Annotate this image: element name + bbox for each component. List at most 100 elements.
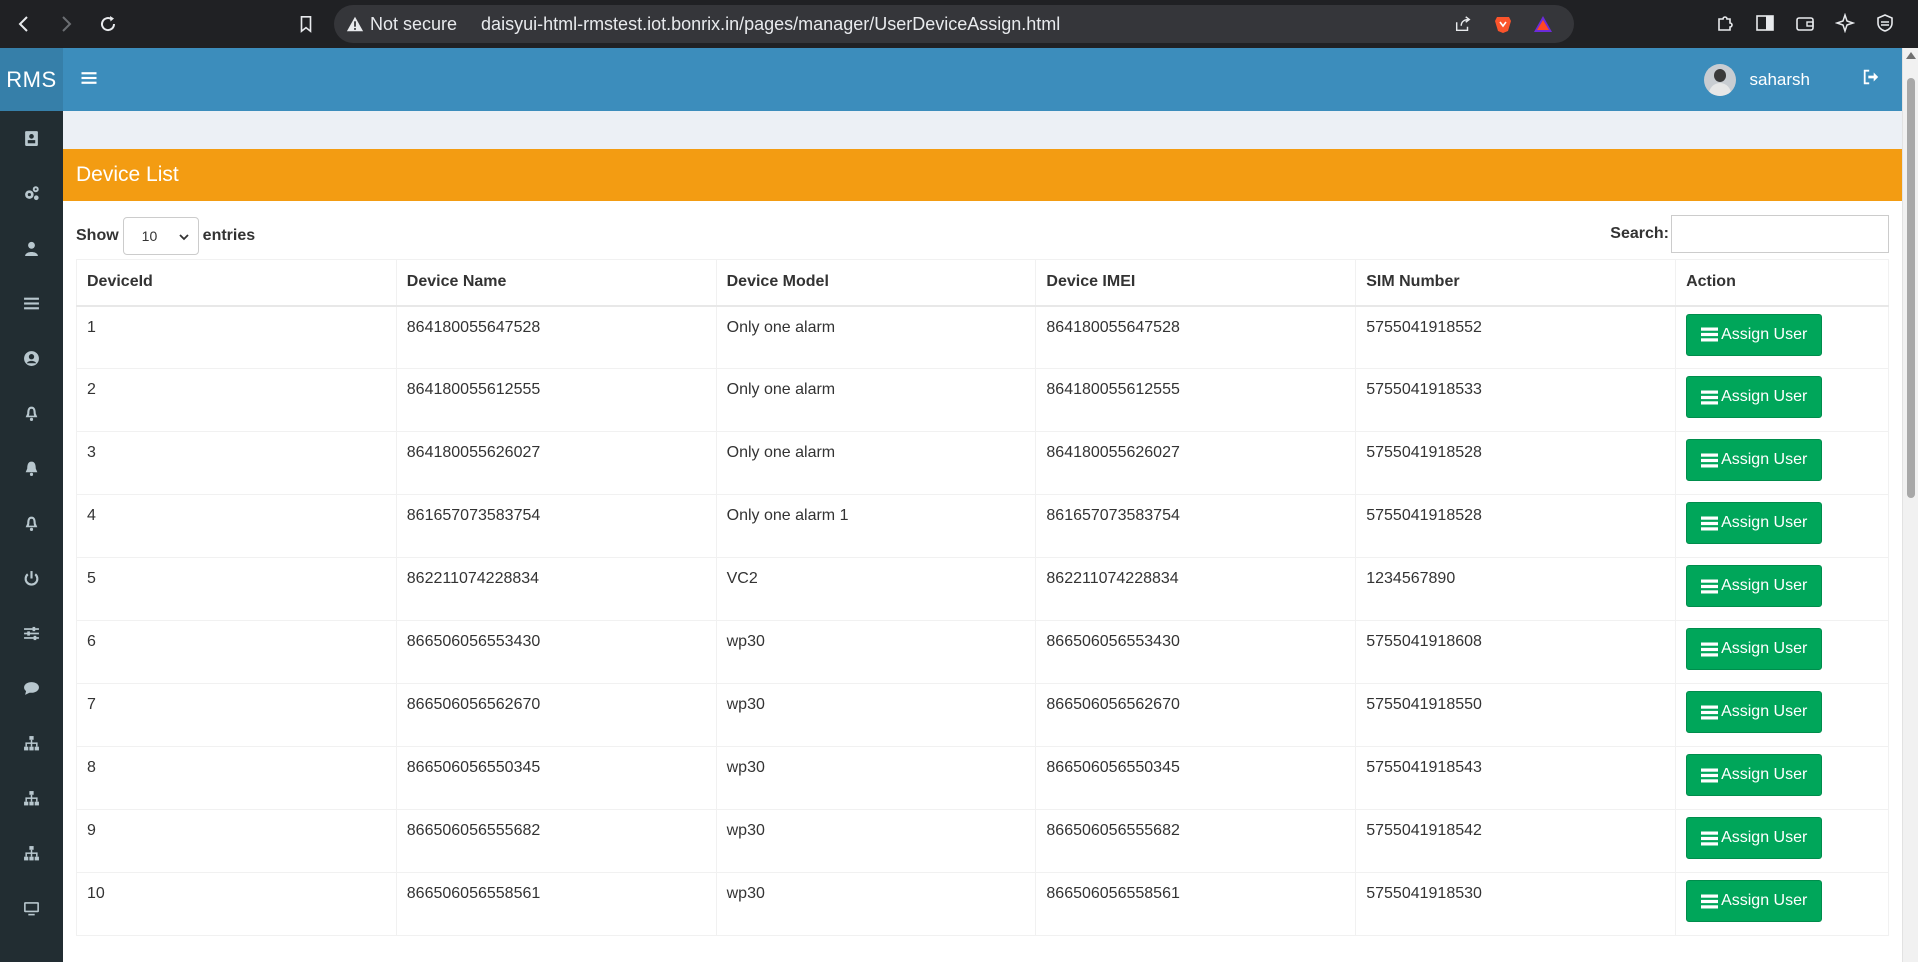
assign-user-button[interactable]: Assign User	[1686, 817, 1823, 859]
sitemap-icon[interactable]	[0, 771, 63, 826]
assign-user-label: Assign User	[1721, 388, 1808, 405]
device-model-cell: wp30	[715, 746, 1037, 810]
chat-icon[interactable]	[0, 661, 63, 716]
list-icon	[1701, 453, 1719, 467]
device-model-cell: Only one alarm	[715, 368, 1037, 432]
device-name-cell: 864180055612555	[395, 368, 717, 432]
device-id-cell: 8	[76, 746, 397, 810]
card-title: Device List	[63, 149, 1902, 201]
assign-user-label: Assign User	[1721, 640, 1808, 657]
leo-ai-icon[interactable]	[1832, 10, 1858, 36]
bell-outline-icon[interactable]	[0, 496, 63, 551]
table-row: 8 866506056550345 wp30 866506056550345 5…	[76, 746, 1889, 810]
reload-icon[interactable]	[90, 6, 126, 42]
device-id-cell: 4	[76, 494, 397, 558]
brave-rewards-icon[interactable]	[1530, 11, 1556, 37]
entries-control: Show 10 entries	[76, 217, 255, 255]
entries-label: entries	[202, 227, 256, 244]
assign-user-button[interactable]: Assign User	[1686, 880, 1823, 922]
sim-number-cell: 5755041918533	[1355, 368, 1677, 432]
warning-icon	[346, 15, 364, 33]
list-icon	[1701, 642, 1719, 656]
table-row: 3 864180055626027 Only one alarm 8641800…	[76, 431, 1889, 495]
assign-user-label: Assign User	[1721, 766, 1808, 783]
assign-user-button[interactable]: Assign User	[1686, 376, 1823, 418]
logout-icon[interactable]	[1862, 68, 1884, 90]
sim-number-cell: 5755041918542	[1355, 809, 1677, 873]
assign-user-label: Assign User	[1721, 577, 1808, 594]
action-cell: Assign User	[1675, 431, 1889, 495]
device-id-cell: 9	[76, 809, 397, 873]
column-header[interactable]: Device Model	[715, 259, 1037, 307]
back-icon[interactable]	[6, 6, 42, 42]
list-icon	[1701, 327, 1719, 342]
contact-card-icon[interactable]	[0, 111, 63, 166]
vpn-icon[interactable]	[1872, 10, 1898, 36]
device-imei-cell: 862211074228834	[1035, 557, 1357, 621]
assign-user-button[interactable]: Assign User	[1686, 439, 1823, 481]
extensions-icon[interactable]	[1712, 10, 1738, 36]
table-row: 10 866506056558561 wp30 866506056558561 …	[76, 872, 1889, 936]
assign-user-button[interactable]: Assign User	[1686, 313, 1823, 356]
assign-user-label: Assign User	[1721, 892, 1808, 909]
page-scrollbar[interactable]	[1902, 48, 1918, 962]
assign-user-button[interactable]: Assign User	[1686, 502, 1823, 544]
assign-user-button[interactable]: Assign User	[1686, 691, 1823, 733]
assign-user-label: Assign User	[1721, 451, 1808, 468]
action-cell: Assign User	[1675, 809, 1889, 873]
user-circle-icon[interactable]	[0, 331, 63, 386]
list-icon	[1701, 705, 1719, 719]
brave-shield-icon[interactable]	[1490, 11, 1516, 37]
assign-user-button[interactable]: Assign User	[1686, 754, 1823, 796]
forward-icon[interactable]	[48, 6, 84, 42]
assign-user-button[interactable]: Assign User	[1686, 628, 1823, 670]
bookmark-icon[interactable]	[290, 8, 322, 40]
device-name-cell: 862211074228834	[395, 557, 717, 621]
column-header[interactable]: Device IMEI	[1035, 259, 1357, 307]
action-cell: Assign User	[1675, 746, 1889, 810]
column-header[interactable]: DeviceId	[76, 259, 397, 307]
address-bar[interactable]: Not secure daisyui-html-rmstest.iot.bonr…	[334, 5, 1574, 43]
bell-icon[interactable]	[0, 441, 63, 496]
scroll-up-arrow-icon[interactable]	[1906, 52, 1916, 59]
monitor-icon[interactable]	[0, 881, 63, 936]
action-cell: Assign User	[1675, 305, 1889, 369]
device-model-cell: VC2	[715, 557, 1037, 621]
share-icon[interactable]	[1450, 11, 1476, 37]
entries-select[interactable]: 10	[122, 217, 199, 255]
sidebar-toggle-icon[interactable]	[1752, 10, 1778, 36]
column-header: Action	[1675, 259, 1889, 307]
user-icon[interactable]	[0, 221, 63, 276]
gears-icon[interactable]	[0, 166, 63, 221]
device-model-cell: wp30	[715, 620, 1037, 684]
scrollbar-thumb[interactable]	[1907, 78, 1915, 498]
user-menu[interactable]: saharsh	[1703, 64, 1810, 96]
column-header[interactable]: Device Name	[395, 259, 717, 307]
table-header-row: DeviceId Device Name Device Model Device…	[76, 259, 1889, 307]
sliders-icon[interactable]	[0, 606, 63, 661]
url-text[interactable]: daisyui-html-rmstest.iot.bonrix.in/pages…	[481, 14, 1060, 35]
app-logo[interactable]: RMS	[0, 48, 63, 111]
sim-number-cell: 5755041918552	[1355, 305, 1677, 369]
menu-toggle-icon[interactable]	[79, 68, 103, 92]
device-imei-cell: 864180055626027	[1035, 431, 1357, 495]
sim-number-cell: 5755041918528	[1355, 431, 1677, 495]
device-model-cell: wp30	[715, 809, 1037, 873]
device-id-cell: 7	[76, 683, 397, 747]
column-header[interactable]: SIM Number	[1355, 259, 1677, 307]
sitemap-icon[interactable]	[0, 826, 63, 881]
action-cell: Assign User	[1675, 620, 1889, 684]
device-name-cell: 864180055626027	[395, 431, 717, 495]
search-control: Search:	[1610, 215, 1889, 253]
device-table: DeviceId Device Name Device Model Device…	[76, 259, 1889, 936]
table-row: 7 866506056562670 wp30 866506056562670 5…	[76, 683, 1889, 747]
list-icon[interactable]	[0, 276, 63, 331]
wallet-icon[interactable]	[1792, 10, 1818, 36]
search-input[interactable]	[1671, 215, 1889, 253]
device-imei-cell: 866506056555682	[1035, 809, 1357, 873]
sitemap-icon[interactable]	[0, 716, 63, 771]
bell-outline-icon[interactable]	[0, 386, 63, 441]
assign-user-button[interactable]: Assign User	[1686, 565, 1823, 607]
device-id-cell: 1	[76, 305, 397, 369]
power-icon[interactable]	[0, 551, 63, 606]
